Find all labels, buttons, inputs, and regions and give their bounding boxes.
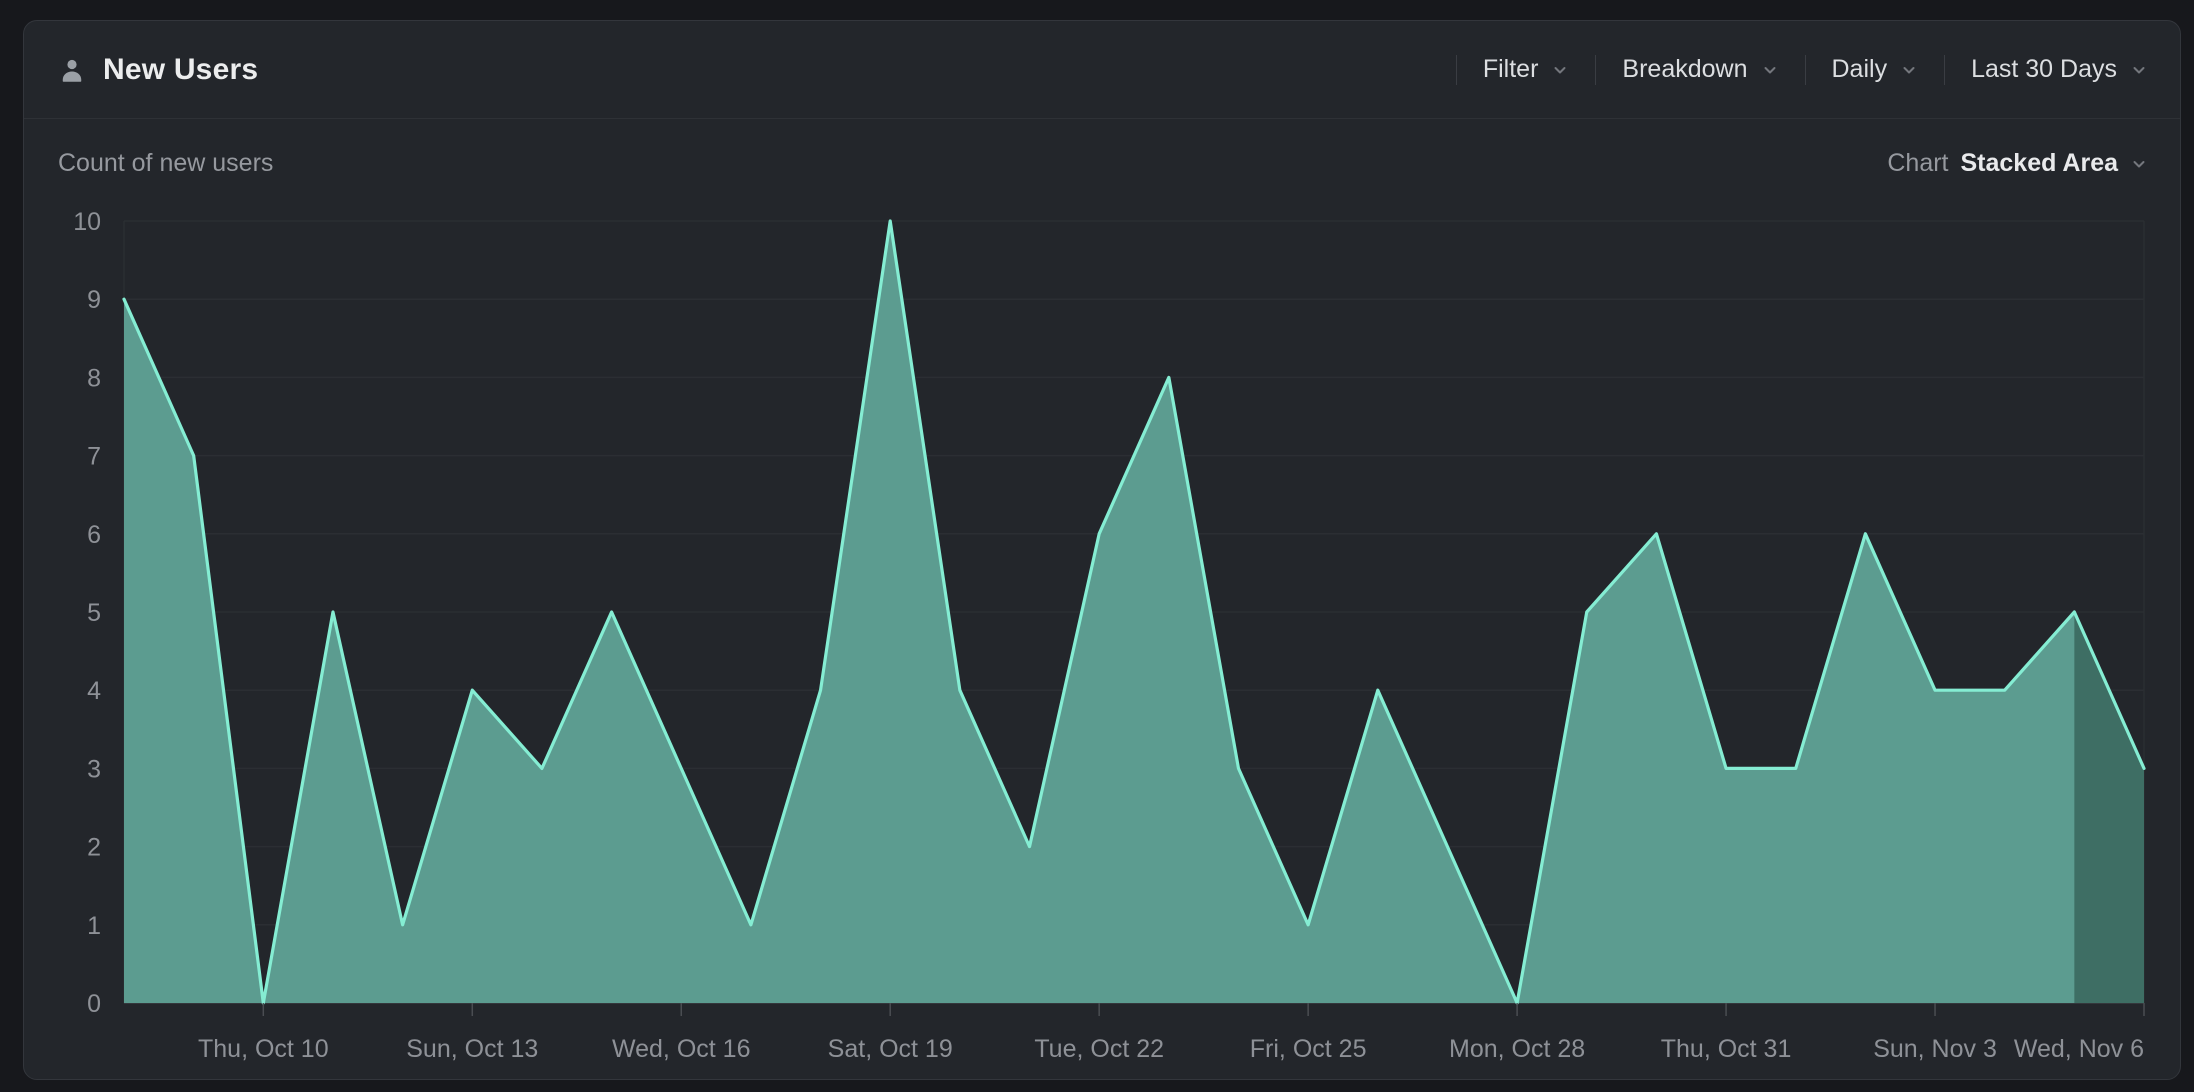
chart-type-selector[interactable]: Chart Stacked Area <box>1887 149 2148 178</box>
axis-y-label: 8 <box>87 364 101 392</box>
axis-x-label: Wed, Oct 16 <box>612 1035 751 1063</box>
person-icon <box>58 56 86 84</box>
axis-y-label: 4 <box>87 677 101 705</box>
axis-x-label: Sun, Nov 3 <box>1873 1035 1997 1063</box>
card-header: New Users Filter Breakdown Daily Last 30… <box>24 21 2180 119</box>
date-range-dropdown[interactable]: Last 30 Days <box>1945 55 2148 84</box>
axis-x-label: Thu, Oct 10 <box>198 1035 329 1063</box>
axis-y-label: 0 <box>87 990 101 1018</box>
axis-y-label: 2 <box>87 834 101 862</box>
axis-y-label: 3 <box>87 755 101 783</box>
title-group: New Users <box>58 53 258 87</box>
chevron-down-icon <box>2130 155 2148 173</box>
chart-type-label: Chart <box>1887 149 1948 178</box>
axis-y-label: 5 <box>87 599 101 627</box>
axis-x-label: Sat, Oct 19 <box>828 1035 953 1063</box>
filter-dropdown[interactable]: Filter <box>1457 55 1596 84</box>
axis-x-label: Mon, Oct 28 <box>1449 1035 1585 1063</box>
filter-dropdown-label: Filter <box>1483 55 1539 84</box>
new-users-card: New Users Filter Breakdown Daily Last 30… <box>23 20 2181 1080</box>
chevron-down-icon <box>2130 61 2148 79</box>
axis-x-label: Thu, Oct 31 <box>1661 1035 1792 1063</box>
chevron-down-icon <box>1900 61 1918 79</box>
axis-y-label: 1 <box>87 912 101 940</box>
chart-subheader: Count of new users Chart Stacked Area <box>58 149 2148 178</box>
area-chart-svg: 0 1 2 3 4 5 6 7 8 9 10 Thu, Oct 10 Sun, Oct 13 Wed, O… <box>24 119 2180 1079</box>
breakdown-dropdown[interactable]: Breakdown <box>1596 55 1804 84</box>
header-controls: Filter Breakdown Daily Last 30 Days <box>1456 55 2148 85</box>
interval-dropdown-label: Daily <box>1832 55 1888 84</box>
axis-x-label: Tue, Oct 22 <box>1034 1035 1164 1063</box>
axis-x-label: Fri, Oct 25 <box>1250 1035 1367 1063</box>
date-range-dropdown-label: Last 30 Days <box>1971 55 2117 84</box>
axis-x-label: Wed, Nov 6 <box>2014 1035 2144 1063</box>
chevron-down-icon <box>1761 61 1779 79</box>
metric-label: Count of new users <box>58 149 273 178</box>
area-fill-highlight <box>2074 612 2144 1003</box>
interval-dropdown[interactable]: Daily <box>1806 55 1945 84</box>
chart-type-value: Stacked Area <box>1961 149 2119 178</box>
axis-y-label: 7 <box>87 443 101 471</box>
axis-y-label: 6 <box>87 521 101 549</box>
axis-y-label: 9 <box>87 286 101 314</box>
breakdown-dropdown-label: Breakdown <box>1622 55 1747 84</box>
page-title: New Users <box>103 53 258 87</box>
chevron-down-icon <box>1551 61 1569 79</box>
axis-x-label: Sun, Oct 13 <box>406 1035 538 1063</box>
axis-y-label: 10 <box>73 208 101 236</box>
